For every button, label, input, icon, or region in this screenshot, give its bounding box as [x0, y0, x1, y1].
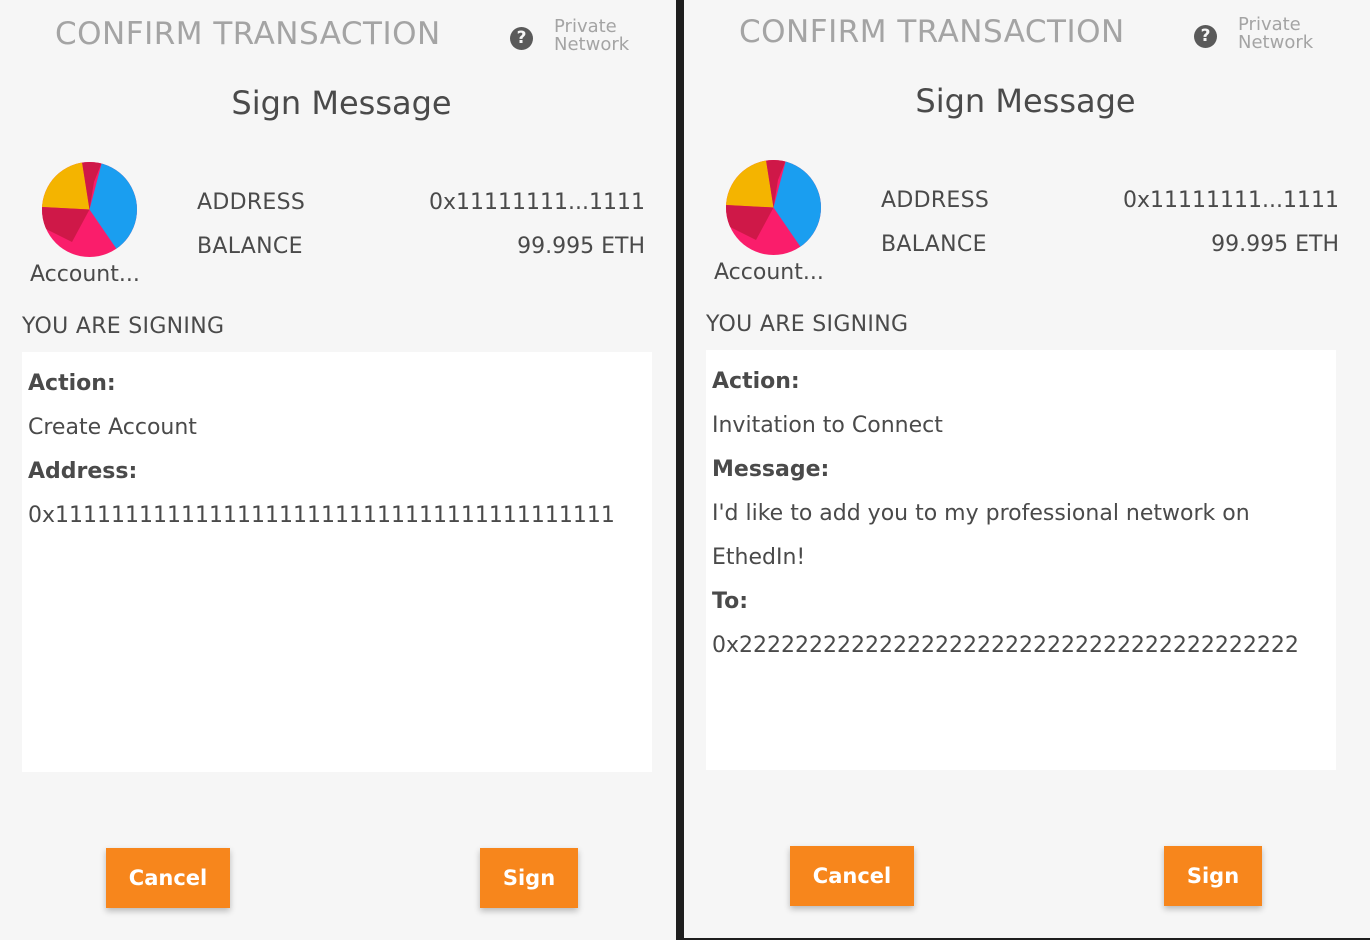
identicon-pie-icon	[726, 160, 821, 255]
confirm-panel-right: CONFIRM TRANSACTION ? Private Network Si…	[684, 0, 1370, 938]
message-box: Action: Create Account Address: 0x111111111…	[22, 352, 652, 772]
address-label: ADDRESS	[881, 188, 990, 213]
message-box: Action: Invitation to Connect Message: I'd …	[706, 350, 1336, 770]
header-title: CONFIRM TRANSACTION	[739, 14, 1125, 50]
account-identicon	[726, 160, 821, 255]
balance-label: BALANCE	[881, 232, 987, 257]
message-field-value: Create Account	[28, 415, 197, 440]
account-name: Account...	[714, 260, 824, 285]
balance-label: BALANCE	[197, 234, 303, 259]
balance-value: 99.995 ETH	[517, 234, 645, 259]
message-field-label: To:	[712, 589, 748, 614]
identicon-pie-icon	[42, 162, 137, 257]
help-icon[interactable]: ?	[1194, 25, 1217, 48]
balance-value: 99.995 ETH	[1211, 232, 1339, 257]
network-indicator[interactable]: Private Network	[1238, 16, 1313, 52]
address-value: 0x11111111...1111	[1123, 188, 1339, 213]
message-field-label: Action:	[712, 369, 800, 394]
address-value: 0x11111111...1111	[429, 190, 645, 215]
account-name: Account...	[30, 262, 140, 287]
network-label-line2: Network	[554, 34, 630, 55]
header-title: CONFIRM TRANSACTION	[55, 16, 441, 52]
message-field-value: Invitation to Connect	[712, 413, 943, 438]
message-field-label: Action:	[28, 371, 116, 396]
sign-button[interactable]: Sign	[480, 848, 578, 908]
message-field-value: 0x11111111111111111111111111111111111111…	[28, 503, 615, 528]
signing-label: YOU ARE SIGNING	[706, 312, 909, 337]
message-field-label: Address:	[28, 459, 138, 484]
page-title: Sign Message	[231, 84, 452, 122]
account-identicon	[42, 162, 137, 257]
confirm-panel-left: CONFIRM TRANSACTION ? Private Network Si…	[0, 0, 676, 940]
cancel-button[interactable]: Cancel	[106, 848, 230, 908]
address-label: ADDRESS	[197, 190, 306, 215]
sign-button[interactable]: Sign	[1164, 846, 1262, 906]
cancel-button[interactable]: Cancel	[790, 846, 914, 906]
page-title: Sign Message	[915, 82, 1136, 120]
message-field-label: Message:	[712, 457, 830, 482]
signing-label: YOU ARE SIGNING	[22, 314, 225, 339]
message-field-value: 0x22222222222222222222222222222222222222…	[712, 633, 1299, 658]
network-label-line2: Network	[1238, 32, 1314, 53]
message-field-value: EthedIn!	[712, 545, 806, 570]
message-field-value: I'd like to add you to my professional n…	[712, 501, 1250, 526]
network-indicator[interactable]: Private Network	[554, 18, 629, 54]
help-icon[interactable]: ?	[510, 27, 533, 50]
